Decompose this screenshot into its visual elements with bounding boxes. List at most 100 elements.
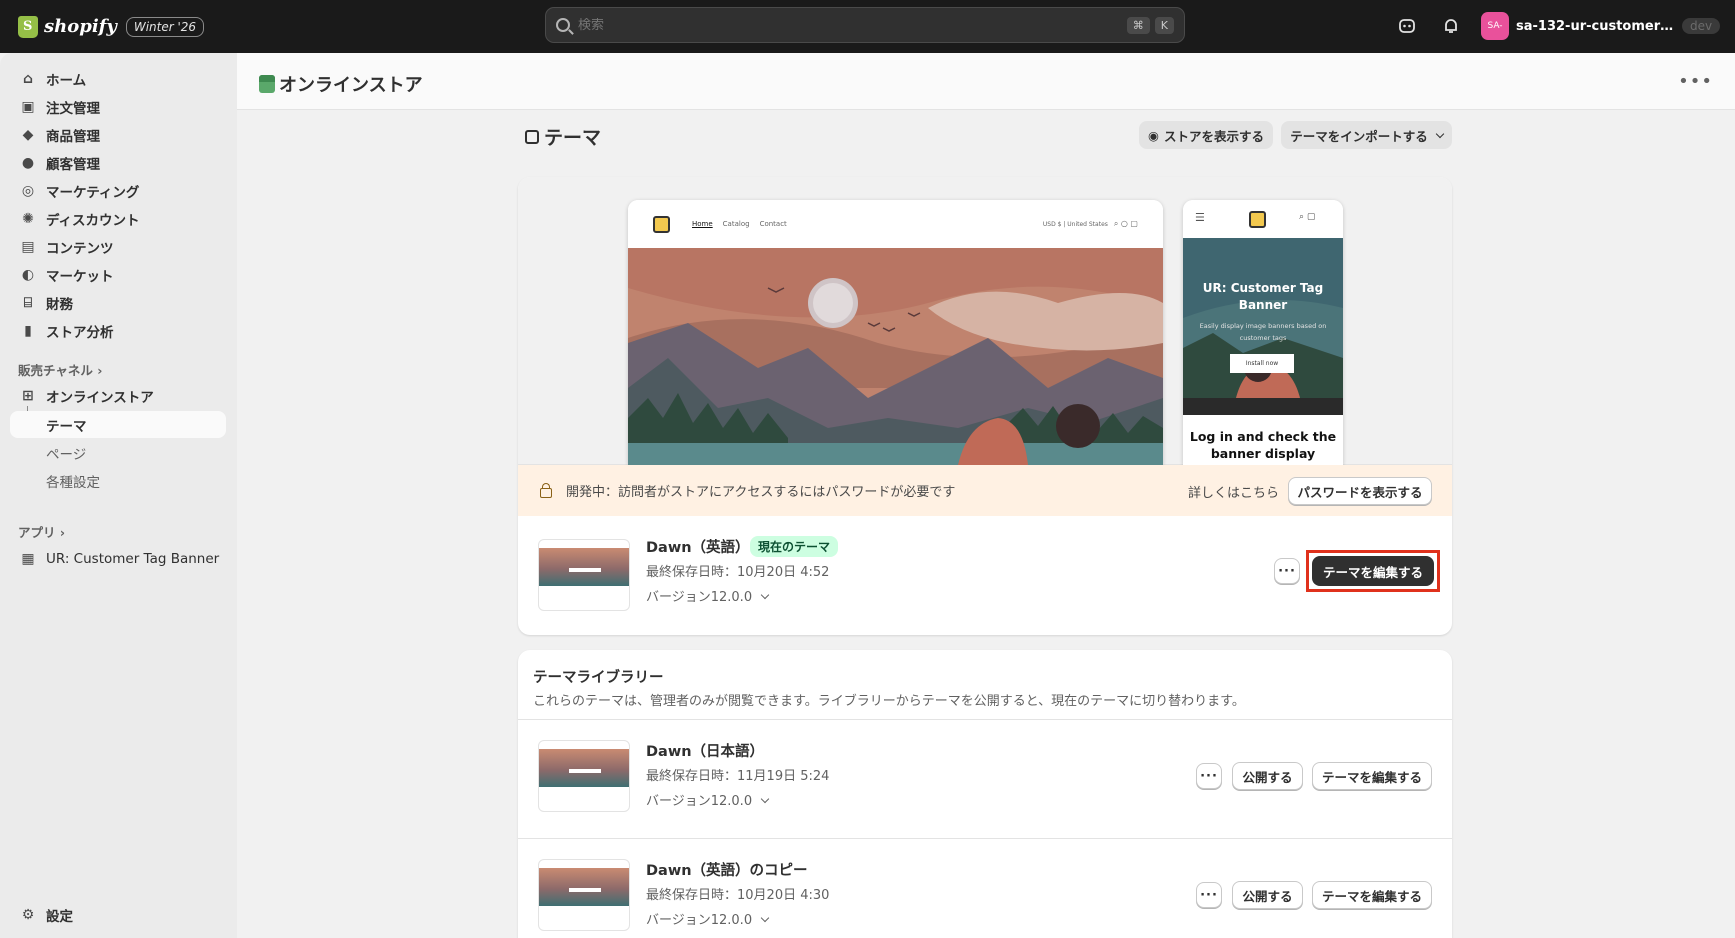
- sidebar-item-label: 各種設定: [46, 474, 100, 491]
- sidebar-item-label: 商品管理: [46, 128, 100, 145]
- sidebar-item-home[interactable]: ⌂ ホーム: [10, 65, 226, 92]
- theme-last-saved: 最終保存日時：10月20日 4:52: [646, 565, 830, 580]
- sidebar-item-finance[interactable]: ⌸ 財務: [10, 289, 226, 316]
- theme-thumbnail[interactable]: [538, 539, 630, 611]
- sales-channels-header[interactable]: 販売チャネル ›: [18, 360, 102, 379]
- preview-nav-contact: Contact: [759, 220, 787, 228]
- thumbnail-strip: [569, 568, 601, 572]
- sidebar-item-label: 設定: [46, 908, 73, 925]
- thumbnail-hero: [539, 868, 629, 906]
- sidebar-item-label: UR: Customer Tag Banner: [46, 550, 220, 567]
- sidebar-item-customers[interactable]: ● 顧客管理: [10, 149, 226, 176]
- sidebar-item-content[interactable]: ▤ コンテンツ: [10, 233, 226, 260]
- notification-bell-icon[interactable]: [1441, 16, 1461, 36]
- theme-preview[interactable]: Home Catalog Contact USD $ | United Stat…: [518, 177, 1452, 465]
- sidebar-item-orders[interactable]: ▣ 注文管理: [10, 93, 226, 120]
- theme-library-card: テーマライブラリー これらのテーマは、管理者のみが閲覧できます。ライブラリーから…: [518, 650, 1452, 938]
- desktop-preview-nav: Home Catalog Contact USD $ | United Stat…: [628, 200, 1163, 248]
- theme-more-button[interactable]: ···: [1196, 763, 1222, 789]
- search-bar[interactable]: ⌘ K: [545, 7, 1185, 43]
- sidebar-item-label: 財務: [46, 296, 73, 313]
- sidebar-item-label: オンラインストア: [46, 389, 154, 406]
- sidebar-item-label: ホーム: [46, 72, 87, 89]
- sidebar-item-analytics[interactable]: ▮ ストア分析: [10, 317, 226, 344]
- hero-illustration: [628, 248, 1163, 465]
- bank-icon: ⌸: [23, 294, 33, 311]
- apps-header[interactable]: アプリ ›: [18, 522, 65, 541]
- theme-more-button[interactable]: ···: [1196, 882, 1222, 908]
- sidebar-item-settings[interactable]: ⚙ 設定: [10, 901, 226, 928]
- theme-more-button[interactable]: ···: [1274, 558, 1300, 584]
- sidekick-icon[interactable]: [1397, 16, 1417, 36]
- sidebar-item-pages[interactable]: ページ: [10, 439, 226, 466]
- shopify-logo[interactable]: shopify Winter '26: [18, 15, 205, 38]
- sidebar-item-label: ストア分析: [46, 324, 114, 341]
- sidebar-item-label: マーケット: [46, 268, 114, 285]
- theme-version-toggle[interactable]: バージョン12.0.0: [646, 909, 770, 928]
- edit-theme-button[interactable]: テーマを編集する: [1312, 762, 1432, 790]
- more-actions-icon[interactable]: •••: [1678, 71, 1713, 92]
- chevron-down-icon: [760, 913, 770, 923]
- sidebar-item-themes[interactable]: テーマ: [10, 411, 226, 438]
- gear-icon: ⚙: [21, 906, 35, 923]
- store-switcher[interactable]: SA- sa-132-ur-customer-banner dev: [1481, 12, 1721, 40]
- tag-icon: ◆: [22, 126, 34, 143]
- store-name: sa-132-ur-customer-banner: [1516, 18, 1676, 34]
- theme-icon: [525, 129, 539, 144]
- sidebar-item-markets[interactable]: ◐ マーケット: [10, 261, 226, 288]
- eye-icon: ◉: [1148, 127, 1159, 143]
- chevron-right-icon: ›: [97, 363, 103, 378]
- show-password-button[interactable]: パスワードを表示する: [1288, 477, 1432, 505]
- sidebar-item-marketing[interactable]: ◎ マーケティング: [10, 177, 226, 204]
- sidebar-item-online-store[interactable]: ⊞ オンラインストア: [10, 382, 226, 409]
- mobile-preview: ☰ ⌕ ▢ UR: Customer Tag Banner Easily dis…: [1183, 200, 1343, 465]
- theme-thumbnail[interactable]: [538, 740, 630, 812]
- edit-theme-button[interactable]: テーマを編集する: [1312, 556, 1434, 586]
- theme-library-description: これらのテーマは、管理者のみが閲覧できます。ライブラリーからテーマを公開すると、…: [533, 694, 1245, 709]
- password-banner-text: 開発中：訪問者がストアにアクセスするにはパスワードが必要です: [566, 485, 956, 500]
- mobile-hero: UR: Customer Tag Banner Easily display i…: [1183, 238, 1343, 415]
- dev-badge: dev: [1682, 18, 1721, 34]
- theme-name: Dawn（日本語）: [646, 744, 765, 760]
- theme-version-toggle[interactable]: バージョン12.0.0: [646, 790, 770, 809]
- edit-theme-button[interactable]: テーマを編集する: [1312, 881, 1432, 909]
- theme-name: Dawn（英語）のコピー: [646, 863, 808, 879]
- sidebar-item-app[interactable]: ▦ UR: Customer Tag Banner: [10, 545, 226, 572]
- thumbnail-strip: [569, 769, 601, 773]
- view-store-button[interactable]: ◉ ストアを表示する: [1139, 121, 1273, 149]
- desktop-preview: Home Catalog Contact USD $ | United Stat…: [628, 200, 1163, 465]
- show-password-label: パスワードを表示する: [1297, 484, 1423, 500]
- import-theme-button[interactable]: テーマをインポートする: [1281, 121, 1452, 149]
- hamburger-icon: ☰: [1195, 211, 1205, 224]
- shortcut-key: K: [1154, 16, 1174, 34]
- theme-thumbnail[interactable]: [538, 859, 630, 931]
- preview-nav-catalog: Catalog: [722, 220, 750, 228]
- publish-label: 公開する: [1242, 769, 1293, 785]
- current-theme-card: Home Catalog Contact USD $ | United Stat…: [518, 177, 1452, 635]
- storefront-icon: ⊞: [22, 387, 34, 404]
- publish-button[interactable]: 公開する: [1232, 881, 1303, 909]
- preview-nav-home: Home: [692, 220, 713, 228]
- theme-last-saved: 最終保存日時：11月19日 5:24: [646, 769, 830, 784]
- theme-name: Dawn（英語）: [646, 540, 750, 556]
- thumbnail-hero: [539, 548, 629, 586]
- publish-button[interactable]: 公開する: [1232, 762, 1303, 790]
- online-store-icon: [259, 75, 275, 93]
- learn-more-link[interactable]: 詳しくはこちら: [1188, 482, 1279, 501]
- store-logo-icon: [1249, 211, 1266, 228]
- globe-icon: ◐: [21, 266, 35, 283]
- theme-last-saved: 最終保存日時：10月20日 4:30: [646, 888, 830, 903]
- edit-theme-label: テーマを編集する: [1321, 769, 1422, 785]
- theme-version-toggle[interactable]: バージョン12.0.0: [646, 586, 770, 605]
- sidebar-item-discounts[interactable]: ✺ ディスカウント: [10, 205, 226, 232]
- mobile-install-button: Install now: [1230, 354, 1294, 373]
- sidebar-item-preferences[interactable]: 各種設定: [10, 467, 226, 494]
- shopify-bag-icon: [18, 15, 38, 38]
- sidebar-item-products[interactable]: ◆ 商品管理: [10, 121, 226, 148]
- sidebar-item-label: コンテンツ: [46, 240, 114, 257]
- search-input[interactable]: [578, 17, 1122, 33]
- thumbnail-strip: [569, 888, 601, 892]
- publish-label: 公開する: [1242, 888, 1293, 904]
- chevron-down-icon: [760, 794, 770, 804]
- themes-title-text: テーマ: [544, 127, 602, 149]
